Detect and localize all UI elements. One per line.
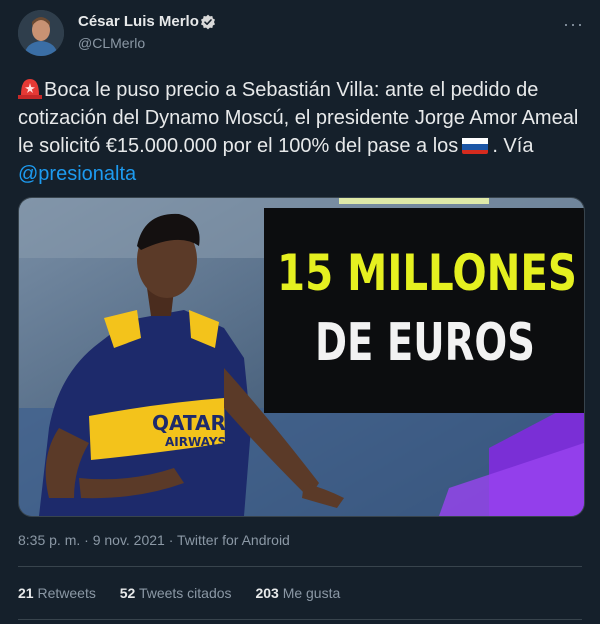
author-name[interactable]: César Luis Merlo [78,13,199,30]
author-handle[interactable]: @CLMerlo [78,35,145,51]
quotes-stat[interactable]: 52 Tweets citados [120,585,232,601]
media-headline-line1: 15 MILLONES [277,244,577,302]
verified-badge-icon [201,14,215,30]
retweets-count: 21 [18,585,34,601]
mention-link[interactable]: @presionalta [18,163,136,185]
likes-label: Me gusta [282,585,341,601]
siren-emoji-icon [18,79,42,99]
retweets-stat[interactable]: 21 Retweets [18,585,96,601]
media-headline-line2: DE EUROS [315,313,535,373]
tweet-text: Boca le puso precio a Sebastián Villa: a… [18,76,584,188]
russia-flag-icon [462,136,489,154]
likes-count: 203 [255,585,279,601]
tweet-timestamp[interactable]: 8:35 p. m. · 9 nov. 2021 · Twitter for A… [18,532,290,548]
quotes-label: Tweets citados [138,585,232,601]
jersey-text-2: AIRWAYS [165,435,226,449]
divider-bottom [18,619,582,620]
avatar[interactable] [18,10,64,56]
quotes-count: 52 [119,585,136,601]
likes-stat[interactable]: 203 Me gusta [255,585,340,601]
tweet: César Luis Merlo @CLMerlo ··· Boca le pu… [0,0,600,624]
tweet-text-part2: . Vía [492,135,534,157]
jersey-text-1: QATAR [152,411,226,435]
divider [18,566,582,567]
more-options-icon[interactable]: ··· [563,14,584,35]
tweet-media-image[interactable]: 15 MILLONES DE EUROS QATAR AIRWAYS [18,197,585,517]
retweets-label: Retweets [37,585,96,601]
engagement-stats: 21 Retweets 52 Tweets citados 203 Me gus… [18,585,360,601]
